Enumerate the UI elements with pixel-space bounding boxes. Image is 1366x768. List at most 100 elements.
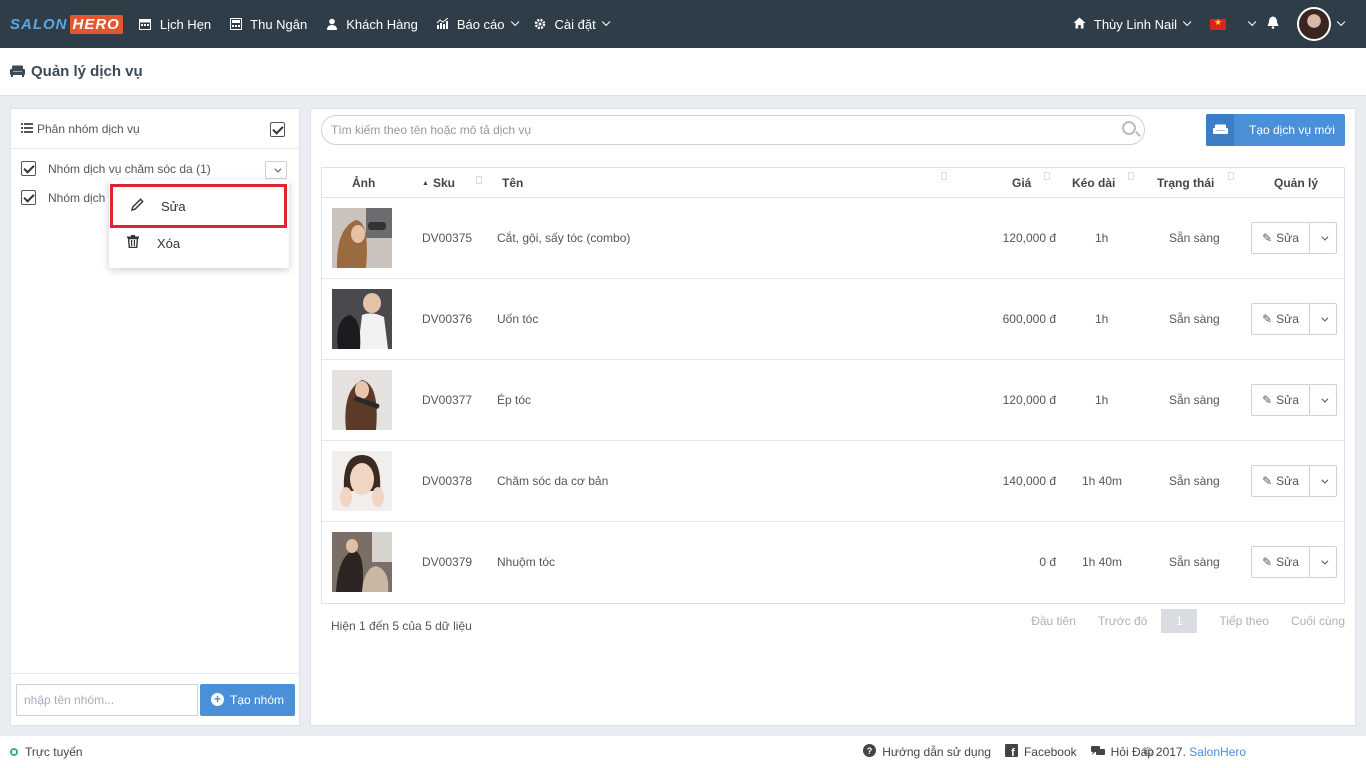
- svg-text:f: f: [1011, 747, 1015, 757]
- edit-service-button[interactable]: ✎ Sửa: [1251, 546, 1310, 578]
- group-checkbox[interactable]: [21, 190, 36, 205]
- chevron-down-icon: [1320, 314, 1328, 322]
- group-item[interactable]: Nhóm dịch: [21, 190, 105, 205]
- group-actions-toggle[interactable]: [265, 161, 287, 179]
- row-actions-toggle[interactable]: [1309, 222, 1337, 254]
- pagination-page-current[interactable]: 1: [1161, 609, 1198, 633]
- edit-service-label: Sửa: [1276, 393, 1299, 407]
- group-checkbox[interactable]: [21, 161, 36, 176]
- menu-item-edit[interactable]: Sửa: [110, 184, 287, 228]
- edit-service-button[interactable]: ✎ Sửa: [1251, 303, 1310, 335]
- edit-service-button[interactable]: ✎ Sửa: [1251, 222, 1310, 254]
- home-icon: [1073, 17, 1086, 32]
- cashier-icon: [229, 18, 242, 31]
- avatar: [1297, 7, 1331, 41]
- sort-icon: [1044, 172, 1050, 180]
- column-status[interactable]: Trạng thái: [1157, 176, 1214, 190]
- cell-duration: 1h 40m: [1082, 555, 1123, 569]
- row-actions-toggle[interactable]: [1309, 303, 1337, 335]
- table-header: Ảnh ▲ Sku Tên Giá Kéo dài Trạng thái Quản…: [322, 168, 1344, 198]
- table-row: DV00379 Nhuộm tóc 0 đ 1h 40m Sẵn sàng ✎ S…: [322, 522, 1344, 603]
- cell-price: 140,000 đ: [1002, 474, 1056, 488]
- table-row: DV00378 Chăm sóc da cơ bản 140,000 đ 1h …: [322, 441, 1344, 522]
- nav-cashier[interactable]: Thu Ngân: [229, 17, 307, 32]
- chevron-down-icon: [1320, 557, 1328, 565]
- menu-item-delete[interactable]: Xóa: [109, 225, 289, 261]
- services-table: Ảnh ▲ Sku Tên Giá Kéo dài Trạng thái Quản…: [321, 167, 1345, 604]
- sort-icon: [1228, 172, 1234, 180]
- trash-icon: [127, 235, 143, 251]
- row-actions-toggle[interactable]: [1309, 465, 1337, 497]
- help-link[interactable]: ? Hướng dẫn sử dụng: [863, 744, 991, 760]
- page-title: Quản lý dịch vụ: [10, 63, 143, 80]
- pagination-first[interactable]: Đầu tiên: [1031, 614, 1076, 628]
- footer: Trực tuyến ? Hướng dẫn sử dụng f Faceboo…: [0, 736, 1366, 768]
- menu-item-edit-label: Sửa: [161, 198, 186, 214]
- question-circle-icon: ?: [863, 744, 877, 760]
- create-group-button[interactable]: + Tạo nhóm: [200, 683, 295, 716]
- search-input[interactable]: Tìm kiếm theo tên hoặc mô tả dịch vụ: [321, 115, 1145, 145]
- edit-service-button[interactable]: ✎ Sửa: [1251, 465, 1310, 497]
- row-actions-toggle[interactable]: [1309, 384, 1337, 416]
- pagination-info: Hiện 1 đến 5 của 5 dữ liệu: [331, 619, 472, 633]
- pagination-last[interactable]: Cuối cùng: [1291, 614, 1345, 628]
- sofa-icon: [10, 64, 25, 80]
- cell-price: 120,000 đ: [1002, 231, 1056, 245]
- user-menu[interactable]: [1297, 7, 1346, 41]
- create-service-label: Tạo dịch vụ mới: [1249, 123, 1335, 137]
- edit-service-button[interactable]: ✎ Sửa: [1251, 384, 1310, 416]
- cell-status: Sẵn sàng: [1169, 555, 1220, 569]
- sort-asc-icon: ▲: [422, 180, 429, 187]
- column-duration[interactable]: Kéo dài: [1072, 176, 1115, 190]
- language-selector[interactable]: [1210, 17, 1257, 30]
- cell-status: Sẵn sàng: [1169, 231, 1220, 245]
- group-item-label: Nhóm dịch vụ chăm sóc da (1): [48, 161, 211, 176]
- nav-customers[interactable]: Khách Hàng: [325, 17, 418, 32]
- pagination-prev[interactable]: Trước đó: [1098, 614, 1147, 628]
- online-status: Trực tuyến: [10, 745, 83, 759]
- table-row: DV00377 Ép tóc 120,000 đ 1h Sẵn sàng ✎ Sử…: [322, 360, 1344, 441]
- create-service-button[interactable]: Tạo dịch vụ mới: [1206, 114, 1345, 146]
- salonhero-link[interactable]: SalonHero: [1189, 745, 1246, 759]
- copyright: © 2017. SalonHero: [1144, 745, 1246, 759]
- bell-icon[interactable]: [1267, 16, 1279, 32]
- svg-text:?: ?: [867, 746, 873, 756]
- pencil-icon: [131, 198, 147, 214]
- comments-icon: [1090, 745, 1105, 760]
- cell-price: 0 đ: [1039, 555, 1056, 569]
- chevron-down-icon: [273, 165, 281, 173]
- row-actions-toggle[interactable]: [1309, 546, 1337, 578]
- group-name-input[interactable]: [16, 683, 198, 716]
- pagination-next[interactable]: Tiếp theo: [1219, 614, 1269, 628]
- search-icon[interactable]: [1122, 121, 1136, 135]
- facebook-link[interactable]: f Facebook: [1004, 744, 1077, 760]
- group-item-label: Nhóm dịch: [48, 190, 106, 205]
- group-item[interactable]: Nhóm dịch vụ chăm sóc da (1): [21, 161, 211, 176]
- chevron-down-icon: [1320, 476, 1328, 484]
- main-nav: Lịch Hẹn Thu Ngân Khách Hàng Báo cáo Cài…: [139, 17, 625, 32]
- nav-customers-label: Khách Hàng: [346, 16, 418, 32]
- nav-appointments[interactable]: Lịch Hẹn: [139, 17, 211, 32]
- nav-reports[interactable]: Báo cáo: [436, 17, 519, 32]
- column-sku[interactable]: ▲ Sku: [422, 176, 455, 190]
- select-all-checkbox[interactable]: [270, 122, 285, 137]
- cell-status: Sẵn sàng: [1169, 312, 1220, 326]
- pencil-icon: ✎: [1262, 474, 1273, 488]
- chart-icon: [436, 18, 449, 31]
- online-status-label: Trực tuyến: [25, 745, 83, 759]
- cell-sku: DV00377: [422, 393, 473, 407]
- shop-name: Thùy Linh Nail: [1093, 16, 1177, 32]
- shop-selector[interactable]: Thùy Linh Nail: [1073, 16, 1192, 32]
- gear-icon: [534, 18, 547, 31]
- salonhero-logo[interactable]: SALON HERO: [10, 14, 123, 34]
- column-name[interactable]: Tên: [502, 176, 523, 190]
- chevron-down-icon: [1247, 17, 1257, 27]
- cell-status: Sẵn sàng: [1169, 474, 1220, 488]
- service-thumbnail: [332, 532, 392, 592]
- cell-sku: DV00375: [422, 231, 473, 245]
- column-price[interactable]: Giá: [1012, 176, 1031, 190]
- nav-settings[interactable]: Cài đặt: [534, 17, 611, 32]
- column-image: Ảnh: [352, 176, 376, 190]
- cell-duration: 1h 40m: [1082, 474, 1123, 488]
- edit-service-label: Sửa: [1276, 474, 1299, 488]
